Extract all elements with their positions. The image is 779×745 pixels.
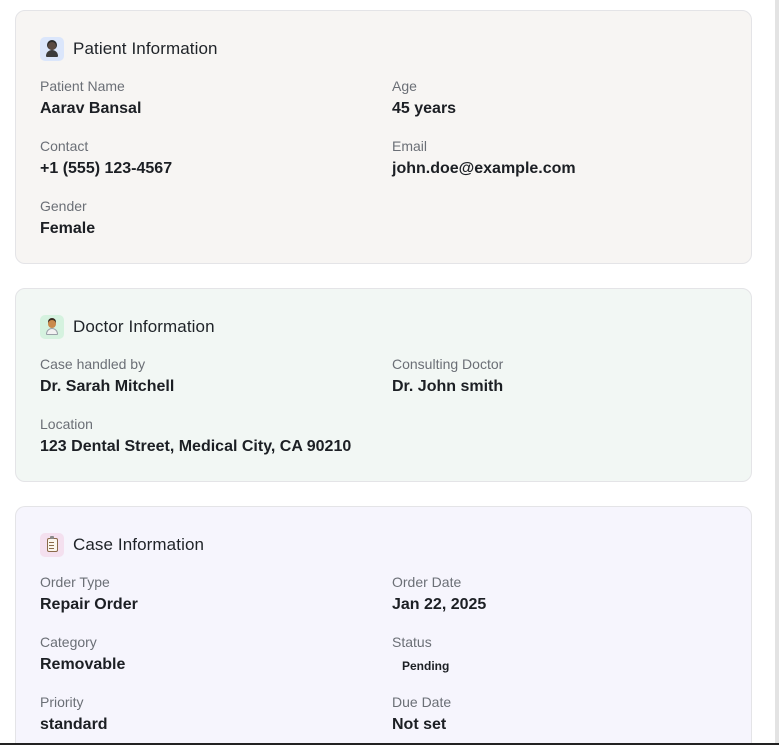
case-card-title: Case Information [73,535,205,554]
gender-value: Female [40,220,96,237]
scrollbar[interactable] [775,0,779,743]
field-label: Status [392,634,432,650]
field-label: Order Date [392,574,462,590]
contact-value: +1 (555) 123-4567 [40,160,173,177]
order-type-value: Repair Order [40,596,138,613]
priority-field: Priority standard [40,694,108,735]
location-value: 123 Dental Street, Medical City, CA 9021… [40,438,352,455]
email-field: Email john.doe@example.com [392,138,576,179]
doctor-card-header: Doctor Information [40,315,215,339]
due-date-value: Not set [392,716,447,733]
case-handled-by-field: Case handled by Dr. Sarah Mitchell [40,356,174,397]
consulting-doctor-field: Consulting Doctor Dr. John smith [392,356,503,397]
field-label: Category [40,634,97,650]
field-label: Priority [40,694,84,710]
scrollbar-thumb[interactable] [775,0,779,743]
doctor-information-card: Doctor Information Case handled by Dr. S… [15,288,752,482]
email-value: john.doe@example.com [392,160,576,177]
age-value: 45 years [392,100,457,117]
field-label: Patient Name [40,78,125,94]
consulting-doctor-value: Dr. John smith [392,378,504,395]
doctor-icon [40,315,64,339]
order-date-value: Jan 22, 2025 [392,596,487,613]
case-card-header: Case Information [40,533,204,557]
status-badge: Pending [402,659,450,673]
field-label: Due Date [392,694,452,710]
order-type-field: Order Type Repair Order [40,574,138,615]
due-date-field: Due Date Not set [392,694,451,735]
category-value: Removable [40,656,126,673]
patient-information-card: Patient Information Patient Name Aarav B… [15,10,752,264]
patient-card-title: Patient Information [73,39,218,58]
field-label: Location [40,416,93,432]
field-label: Email [392,138,428,154]
contact-field: Contact +1 (555) 123-4567 [40,138,172,179]
status-field: Status Pending [392,634,457,676]
field-label: Case handled by [40,356,146,372]
field-label: Contact [40,138,89,154]
patient-name-value: Aarav Bansal [40,100,142,117]
patient-icon [40,37,64,61]
field-label: Gender [40,198,87,214]
priority-value: standard [40,716,108,733]
field-label: Order Type [40,574,110,590]
order-date-field: Order Date Jan 22, 2025 [392,574,486,615]
case-details-page: Patient Information Patient Name Aarav B… [0,0,779,745]
patient-name-field: Patient Name Aarav Bansal [40,78,141,119]
category-field: Category Removable [40,634,125,675]
location-field: Location 123 Dental Street, Medical City… [40,416,351,457]
doctor-card-title: Doctor Information [73,317,215,336]
age-field: Age 45 years [392,78,456,119]
case-handled-by-value: Dr. Sarah Mitchell [40,378,175,395]
case-information-card: Case Information Order Type Repair Order… [15,506,752,743]
field-label: Age [392,78,417,94]
clipboard-icon [40,533,64,557]
patient-card-header: Patient Information [40,37,218,61]
gender-field: Gender Female [40,198,95,239]
field-label: Consulting Doctor [392,356,504,372]
